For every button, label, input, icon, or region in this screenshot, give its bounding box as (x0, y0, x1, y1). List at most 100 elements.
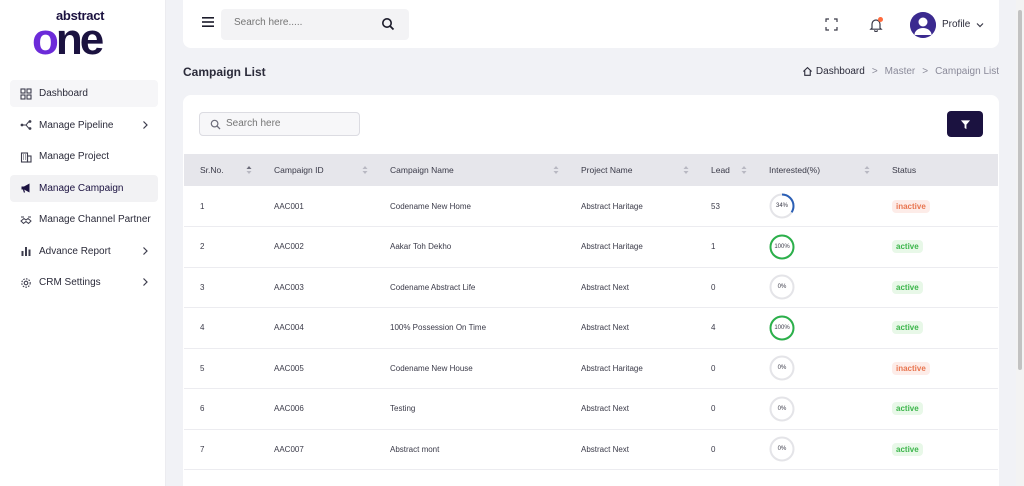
table-row[interactable]: 1 AAC001 Codename New Home Abstract Haritag… (184, 186, 998, 227)
status-cell: active (876, 267, 998, 308)
sr-no-cell: 2 (200, 242, 205, 252)
campaign-id-cell: AAC007 (274, 444, 304, 454)
project-name-cell: Abstract Haritage (581, 363, 643, 373)
interest-percent-label: 100% (774, 324, 790, 331)
fullscreen-icon[interactable] (825, 18, 838, 31)
project-name-cell: Abstract Next (581, 404, 630, 414)
sidebar-item-dashboard[interactable]: Dashboard (10, 80, 158, 107)
interest-percent-label: 34% (775, 203, 788, 209)
project-name-cell: Abstract Next (581, 323, 630, 333)
sort-icon[interactable] (362, 165, 368, 175)
sr-no-cell: 7 (200, 444, 205, 454)
notification-dot (878, 17, 883, 22)
search-icon[interactable] (381, 17, 395, 31)
status-badge: inactive (892, 361, 930, 375)
sort-icon[interactable] (683, 165, 689, 175)
profile-label[interactable]: Profile (942, 19, 970, 30)
sidebar-item-crm-settings[interactable]: CRM Settings (10, 269, 158, 296)
lead-cell: 53 (711, 201, 720, 211)
interest-progress-ring: 0% (769, 436, 795, 462)
interested-cell: 100% (753, 308, 876, 349)
sidebar-item-manage-project[interactable]: Manage Project (10, 143, 158, 170)
column-header[interactable]: Lead (695, 154, 753, 186)
filter-button[interactable] (947, 111, 983, 137)
campaign-name-cell: Codename New Home (390, 201, 471, 211)
table-search-input[interactable] (226, 118, 351, 129)
breadcrumb-item[interactable]: Master (885, 66, 916, 77)
breadcrumb-item: Campaign List (935, 66, 999, 77)
table-search (199, 112, 360, 136)
sidebar-item-manage-pipeline[interactable]: Manage Pipeline (10, 112, 158, 139)
header-search-input[interactable] (234, 17, 374, 28)
table-row[interactable]: 5 AAC005 Codename New House Abstract Harita… (184, 348, 998, 389)
campaign-name-cell: Codename New House (390, 363, 473, 373)
status-cell: active (876, 227, 998, 268)
table-row[interactable]: 4 AAC004 100% Possession On Time Abstract N… (184, 308, 998, 349)
table-row[interactable]: 7 AAC007 Abstract mont Abstract Next 0 0% acti… (184, 429, 998, 470)
sort-icon[interactable] (246, 165, 252, 175)
breadcrumb-home[interactable]: Dashboard (802, 66, 865, 77)
interest-progress-ring: 100% (769, 315, 795, 341)
chevron-down-icon[interactable] (976, 21, 984, 29)
breadcrumb-separator: > (871, 66, 878, 77)
gear-icon (20, 277, 32, 289)
page-title: Campaign List (183, 65, 266, 79)
status-badge: active (892, 240, 923, 254)
project-name-cell: Abstract Haritage (581, 201, 643, 211)
breadcrumb-separator: > (922, 66, 929, 77)
status-badge: active (892, 280, 923, 294)
lead-cell: 1 (711, 242, 716, 252)
brand-logo[interactable]: abstract one (32, 8, 136, 64)
column-header: Status (876, 154, 998, 186)
building-icon (20, 151, 32, 163)
avatar[interactable] (910, 12, 936, 38)
interested-cell: 0% (753, 389, 876, 430)
campaign-id-cell: AAC001 (274, 201, 304, 211)
table-row[interactable]: 2 AAC002 Aakar Toh Dekho Abstract Haritage 1… (184, 227, 998, 268)
sr-no-cell: 5 (200, 363, 205, 373)
column-header[interactable]: Project Name (565, 154, 695, 186)
interest-percent-label: 0% (777, 446, 787, 453)
interest-progress-ring: 0% (769, 274, 795, 300)
scrollbar-thumb[interactable] (1018, 10, 1022, 370)
sr-no-cell: 6 (200, 404, 205, 414)
status-cell: active (876, 429, 998, 470)
column-header[interactable]: Campaign Name (374, 154, 565, 186)
project-name-cell: Abstract Next (581, 444, 630, 454)
sidebar-item-manage-campaign[interactable]: Manage Campaign (10, 174, 158, 202)
sort-icon[interactable] (553, 165, 559, 175)
interested-cell: 34% (753, 186, 876, 227)
column-header[interactable]: Interested(%) (753, 154, 876, 186)
column-header-label: Lead (711, 165, 730, 175)
top-bar: Profile (183, 0, 999, 48)
interested-cell: 100% (753, 227, 876, 268)
hamburger-menu-icon[interactable] (201, 15, 215, 29)
interest-progress-ring: 0% (769, 355, 795, 381)
table-row[interactable]: 6 AAC006 Testing Abstract Next 0 0% active (184, 389, 998, 430)
column-header-label: Interested(%) (769, 165, 821, 175)
sort-icon[interactable] (741, 165, 747, 175)
sidebar-item-manage-channel-partner[interactable]: Manage Channel Partner (10, 206, 158, 233)
campaign-card: Sr.No. Campaign ID Campaign Name Project Na… (183, 95, 999, 486)
sort-icon[interactable] (864, 165, 870, 175)
interested-cell: 0% (753, 429, 876, 470)
lead-cell: 0 (711, 282, 716, 292)
status-cell: inactive (876, 186, 998, 227)
page-scrollbar[interactable] (1016, 0, 1024, 486)
megaphone-icon (20, 182, 32, 194)
sidebar-item-label: CRM Settings (39, 277, 101, 288)
pipeline-icon (20, 119, 32, 131)
table-row[interactable]: 3 AAC003 Codename Abstract Life Abstract Ne… (184, 267, 998, 308)
campaign-id-cell: AAC002 (274, 242, 304, 252)
sidebar-item-advance-report[interactable]: Advance Report (10, 238, 158, 265)
campaign-id-cell: AAC006 (274, 404, 304, 414)
column-header[interactable]: Campaign ID (258, 154, 374, 186)
column-header-label: Project Name (581, 165, 633, 175)
interest-percent-label: 0% (777, 405, 787, 412)
column-header-label: Campaign Name (390, 165, 454, 175)
interest-percent-label: 100% (774, 243, 790, 250)
campaign-id-cell: AAC003 (274, 282, 304, 292)
status-cell: active (876, 308, 998, 349)
column-header[interactable]: Sr.No. (184, 154, 258, 186)
partner-icon (20, 214, 32, 226)
